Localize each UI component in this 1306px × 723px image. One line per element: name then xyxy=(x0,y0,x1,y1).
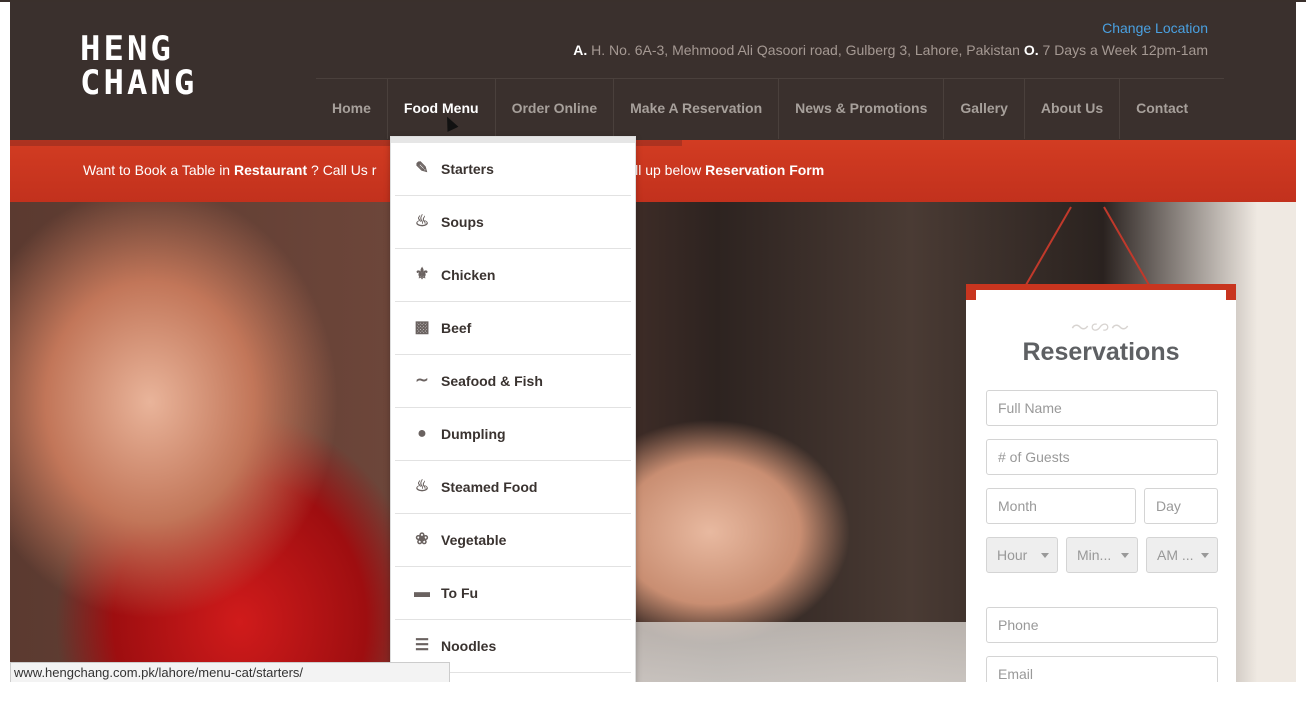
chevron-down-icon xyxy=(1201,553,1209,558)
page-viewport: HENG CHANG Change Location A. H. No. 6A-… xyxy=(10,2,1296,682)
beef-icon: ▩ xyxy=(414,319,430,336)
banner-end: ill up below xyxy=(632,162,706,178)
hour-select-value: Hour xyxy=(997,547,1028,563)
banner-text-left: Want to Book a Table in Restaurant ? Cal… xyxy=(83,162,376,178)
guests-input[interactable]: # of Guests xyxy=(986,439,1218,475)
steamed-icon: ♨ xyxy=(414,478,430,495)
hours-text: 7 Days a Week 12pm-1am xyxy=(1042,42,1208,58)
menu-item-starters[interactable]: ✎ Starters xyxy=(395,143,631,196)
menu-item-label: Beef xyxy=(441,320,472,336)
menu-item-label: Seafood & Fish xyxy=(441,373,543,389)
menu-item-seafood[interactable]: ∼ Seafood & Fish xyxy=(395,355,631,408)
reservation-form: 〜∽〜 Reservations Full Name # of Guests M… xyxy=(966,284,1236,682)
menu-item-beef[interactable]: ▩ Beef xyxy=(395,302,631,355)
banner-restaurant: Restaurant xyxy=(233,162,308,178)
vegetable-icon: ❀ xyxy=(415,531,429,548)
chicken-icon: ⚜ xyxy=(414,266,430,283)
change-location-link[interactable]: Change Location xyxy=(1102,20,1208,36)
nav-about-us[interactable]: About Us xyxy=(1023,79,1119,139)
chevron-down-icon xyxy=(1121,553,1129,558)
site-header: HENG CHANG Change Location A. H. No. 6A-… xyxy=(10,2,1296,140)
menu-item-chicken[interactable]: ⚜ Chicken xyxy=(395,249,631,302)
nav-make-reservation[interactable]: Make A Reservation xyxy=(613,79,778,139)
address-text: H. No. 6A-3, Mehmood Ali Qasoori road, G… xyxy=(591,42,1020,58)
fish-icon: ∼ xyxy=(415,372,429,389)
day-input[interactable]: Day xyxy=(1144,488,1218,524)
ornament-icon: 〜∽〜 xyxy=(1071,318,1131,338)
booking-banner: Want to Book a Table in Restaurant ? Cal… xyxy=(10,140,1296,202)
menu-item-steamed-food[interactable]: ♨ Steamed Food xyxy=(395,461,631,514)
banner-start: Want to Book a Table in xyxy=(83,162,234,178)
dumpling-icon: ● xyxy=(417,425,427,442)
main-nav: Home Food Menu Order Online Make A Reser… xyxy=(316,78,1224,139)
menu-item-tofu[interactable]: ▬ To Fu xyxy=(395,567,631,620)
email-input[interactable]: Email xyxy=(986,656,1218,682)
chevron-down-icon xyxy=(1041,553,1049,558)
tofu-icon: ▬ xyxy=(414,584,430,601)
full-name-input[interactable]: Full Name xyxy=(986,390,1218,426)
site-logo[interactable]: HENG CHANG xyxy=(80,32,197,100)
banner-mid: ? Call Us r xyxy=(307,162,377,178)
food-menu-dropdown: ✎ Starters ♨ Soups ⚜ Chicken ▩ Beef ∼ Seafood… xyxy=(390,136,636,682)
menu-item-label: Dumpling xyxy=(441,426,506,442)
logo-line-1: HENG xyxy=(80,29,174,69)
menu-item-label: Noodles xyxy=(441,638,497,654)
menu-item-label: Steamed Food xyxy=(441,479,538,495)
nav-food-menu[interactable]: Food Menu xyxy=(386,79,495,139)
menu-item-soups[interactable]: ♨ Soups xyxy=(395,196,631,249)
menu-item-label: Soups xyxy=(441,214,484,230)
menu-item-label: To Fu xyxy=(441,585,479,601)
address-line: A. H. No. 6A-3, Mehmood Ali Qasoori road… xyxy=(573,42,1208,58)
reservation-title: Reservations xyxy=(1022,338,1180,366)
nav-news-promotions[interactable]: News & Promotions xyxy=(778,79,943,139)
address-prefix: A. xyxy=(573,42,588,58)
hour-select[interactable]: Hour xyxy=(986,537,1058,573)
noodles-icon: ☰ xyxy=(414,637,430,654)
minute-select-value: Min... xyxy=(1077,547,1112,563)
ampm-select[interactable]: AM ... xyxy=(1146,537,1218,573)
banner-form: Reservation Form xyxy=(705,162,825,178)
menu-item-label: Starters xyxy=(441,161,494,177)
logo-line-2: CHANG xyxy=(80,63,198,103)
minute-select[interactable]: Min... xyxy=(1066,537,1138,573)
menu-item-label: Vegetable xyxy=(441,532,507,548)
nav-contact[interactable]: Contact xyxy=(1119,79,1204,139)
phone-input[interactable]: Phone xyxy=(986,607,1218,643)
month-input[interactable]: Month xyxy=(986,488,1136,524)
hours-prefix: O. xyxy=(1023,42,1039,58)
menu-item-vegetable[interactable]: ❀ Vegetable xyxy=(395,514,631,567)
nav-gallery[interactable]: Gallery xyxy=(943,79,1023,139)
menu-item-label: Chicken xyxy=(441,267,496,283)
nav-order-online[interactable]: Order Online xyxy=(494,79,614,139)
status-bar-url: www.hengchang.com.pk/lahore/menu-cat/sta… xyxy=(10,662,450,682)
menu-item-dumpling[interactable]: ● Dumpling xyxy=(395,408,631,461)
soup-icon: ♨ xyxy=(414,213,430,230)
starters-icon: ✎ xyxy=(415,160,429,177)
banner-text-right: ill up below Reservation Form xyxy=(632,162,824,178)
ampm-select-value: AM ... xyxy=(1157,547,1194,563)
nav-home[interactable]: Home xyxy=(316,79,387,139)
